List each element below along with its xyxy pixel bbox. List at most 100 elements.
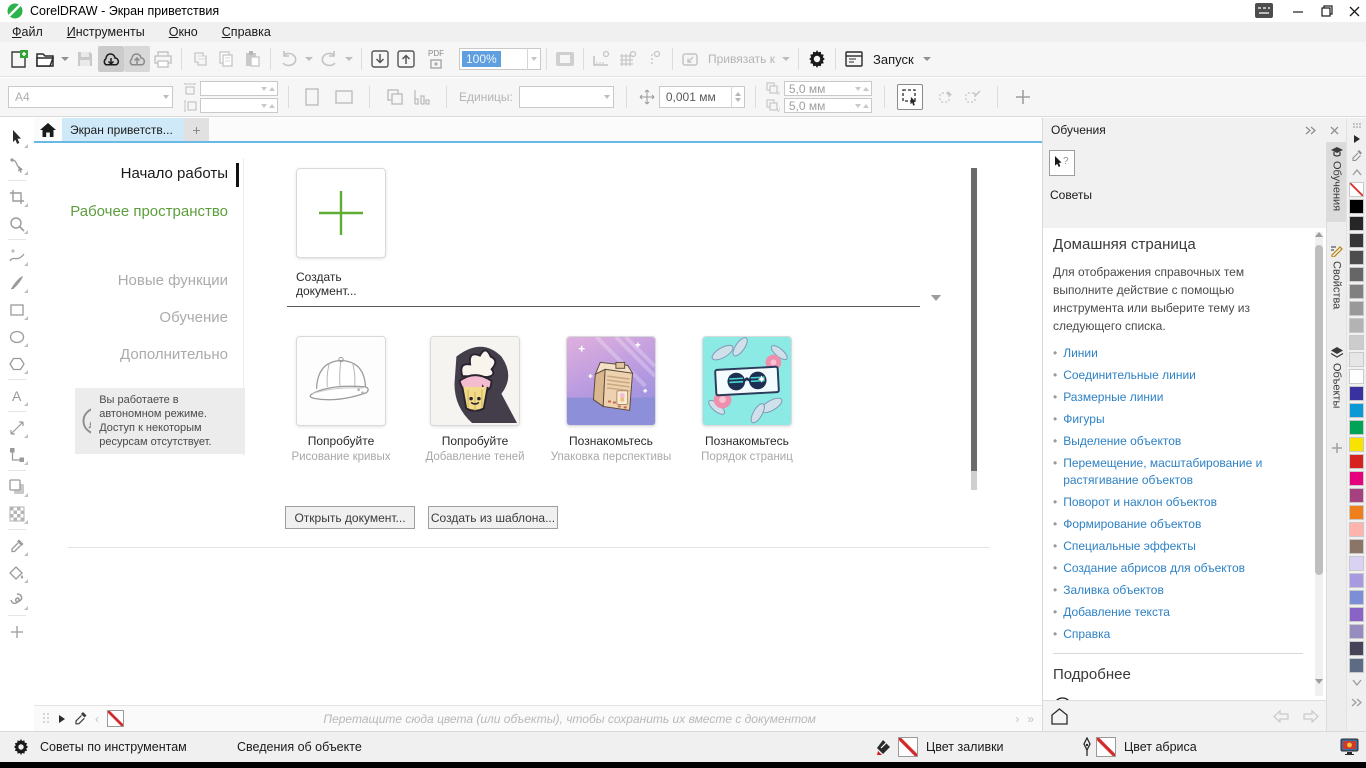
menu-window[interactable]: Окно: [169, 25, 198, 39]
crop-tool[interactable]: [3, 183, 31, 210]
cloud-download-icon[interactable]: [98, 46, 124, 72]
welcome-nav-learning[interactable]: Обучение: [34, 309, 228, 326]
docpalette-eyedropper-icon[interactable]: [74, 711, 87, 726]
palette-swatch[interactable]: [1349, 420, 1364, 435]
document-color-settings-icon[interactable]: [1340, 738, 1359, 755]
palette-swatch[interactable]: [1349, 624, 1364, 639]
section-expand-arrow[interactable]: [928, 301, 944, 315]
docker-add-tab-button[interactable]: [1327, 438, 1346, 462]
new-tab-button[interactable]: +: [184, 118, 209, 141]
launch-label[interactable]: Запуск: [873, 52, 914, 67]
touch-keyboard-icon[interactable]: [1255, 3, 1273, 18]
tool-tips-status[interactable]: Советы по инструментам: [40, 740, 187, 754]
palette-scroll-up-icon[interactable]: [1352, 169, 1362, 176]
connector-tool[interactable]: [3, 441, 31, 468]
object-info-status[interactable]: Сведения об объекте: [237, 740, 362, 754]
help-topic-link[interactable]: Поворот и наклон объектов: [1063, 494, 1217, 511]
propbar-add-icon[interactable]: [1010, 84, 1036, 110]
palette-swatch[interactable]: [1349, 641, 1364, 656]
tutorial-card-page-order[interactable]: Познакомьтесь Порядок страниц: [702, 336, 792, 464]
ellipse-tool[interactable]: [3, 323, 31, 350]
welcome-screen-tab[interactable]: Экран приветств...: [62, 118, 184, 141]
welcome-scrollbar-track[interactable]: [971, 471, 977, 490]
close-button[interactable]: [1341, 0, 1366, 22]
help-topic-link[interactable]: Размерные линии: [1063, 389, 1163, 406]
welcome-nav-more[interactable]: Дополнительно: [34, 346, 228, 363]
palette-swatch[interactable]: [1349, 522, 1364, 537]
help-topic-link[interactable]: Линии: [1063, 345, 1098, 362]
palette-swatch[interactable]: [1349, 437, 1364, 452]
palette-swatch[interactable]: [1349, 199, 1364, 214]
nudge-distance-field[interactable]: 0,001 мм: [659, 86, 745, 108]
new-from-template-button[interactable]: Создать из шаблона...: [428, 506, 558, 529]
palette-swatch[interactable]: [1349, 488, 1364, 503]
export-icon[interactable]: [393, 46, 419, 72]
help-topic-link[interactable]: Формирование объектов: [1063, 516, 1201, 533]
palette-flyout-arrow[interactable]: [1353, 134, 1361, 144]
docpalette-drag-handle[interactable]: [42, 712, 50, 726]
palette-swatch[interactable]: [1349, 233, 1364, 248]
open-document-icon[interactable]: [32, 46, 58, 72]
artistic-media-tool[interactable]: [3, 269, 31, 296]
polygon-tool[interactable]: [3, 350, 31, 377]
interactive-fill-tool[interactable]: [3, 586, 31, 613]
text-tool[interactable]: A: [3, 382, 31, 409]
palette-scroll-down-icon[interactable]: [1352, 679, 1362, 686]
options-gear-icon[interactable]: [804, 46, 830, 72]
palette-swatch[interactable]: [1349, 590, 1364, 605]
welcome-nav-getting-started[interactable]: Начало работы: [34, 165, 228, 182]
tutorial-card-perspective[interactable]: Познакомьтесь Упаковка перспективы: [566, 336, 656, 464]
zoom-tool[interactable]: [3, 210, 31, 237]
docker-scrollbar[interactable]: [1315, 232, 1323, 696]
help-topic-link[interactable]: Добавление текста: [1063, 604, 1170, 621]
fill-color-swatch[interactable]: [898, 737, 918, 757]
palette-swatch[interactable]: [1349, 250, 1364, 265]
docpalette-flyout-arrow[interactable]: [58, 714, 66, 724]
dimension-tool[interactable]: [3, 414, 31, 441]
palette-swatch[interactable]: [1349, 216, 1364, 231]
palette-swatch[interactable]: [1349, 267, 1364, 282]
open-document-button[interactable]: Открыть документ...: [285, 506, 415, 529]
help-topic-link[interactable]: Заливка объектов: [1063, 582, 1164, 599]
cloud-upload-icon[interactable]: [124, 46, 150, 72]
docker-tab-properties[interactable]: Свойства: [1327, 240, 1346, 320]
shape-tool[interactable]: [3, 151, 31, 178]
tips-label[interactable]: Советы: [1050, 188, 1092, 202]
scroll-down-arrow[interactable]: [1315, 679, 1323, 684]
palette-drag-handle[interactable]: [1352, 122, 1362, 130]
palette-swatch[interactable]: [1349, 454, 1364, 469]
help-topic-link[interactable]: Выделение объектов: [1063, 433, 1181, 450]
menu-tools[interactable]: Инструменты: [67, 25, 145, 39]
docpalette-scroll-left[interactable]: ‹: [95, 712, 99, 726]
palette-swatch[interactable]: [1349, 505, 1364, 520]
welcome-scrollbar-thumb[interactable]: [971, 168, 977, 471]
menu-help[interactable]: Справка: [222, 25, 271, 39]
home-tab[interactable]: [34, 118, 62, 141]
tutorial-card-shadows[interactable]: Попробуйте Добавление теней: [430, 336, 520, 464]
pick-tool[interactable]: [3, 124, 31, 151]
help-topic-link[interactable]: Создание абрисов для объектов: [1063, 560, 1245, 577]
launch-window-icon[interactable]: [841, 46, 867, 72]
zoom-level-combo[interactable]: 100%: [459, 48, 541, 70]
drop-shadow-tool[interactable]: [3, 473, 31, 500]
docker-scrollbar-thumb[interactable]: [1315, 245, 1323, 575]
help-topic-link[interactable]: Соединительные линии: [1063, 367, 1196, 384]
tips-pointer-button[interactable]: ?: [1049, 150, 1075, 176]
help-topic-link[interactable]: Перемещение, масштабирование и растягива…: [1063, 455, 1303, 489]
palette-swatch[interactable]: [1349, 607, 1364, 622]
rectangle-tool[interactable]: [3, 296, 31, 323]
import-icon[interactable]: [367, 46, 393, 72]
palette-swatch[interactable]: [1349, 471, 1364, 486]
palette-expand-icon[interactable]: [1351, 698, 1362, 707]
eyedropper-tool[interactable]: [3, 532, 31, 559]
tutorial-card-curves[interactable]: Попробуйте Рисование кривых: [296, 336, 386, 464]
smart-fill-tool[interactable]: [3, 559, 31, 586]
palette-swatch[interactable]: [1349, 573, 1364, 588]
welcome-nav-new-features[interactable]: Новые функции: [34, 272, 228, 289]
welcome-scrollbar[interactable]: [971, 168, 977, 490]
palette-swatch[interactable]: [1349, 301, 1364, 316]
scroll-up-arrow[interactable]: [1315, 232, 1323, 237]
palette-swatch[interactable]: [1349, 403, 1364, 418]
menu-file[interactable]: Файл: [12, 25, 43, 39]
minimize-button[interactable]: [1285, 0, 1312, 22]
